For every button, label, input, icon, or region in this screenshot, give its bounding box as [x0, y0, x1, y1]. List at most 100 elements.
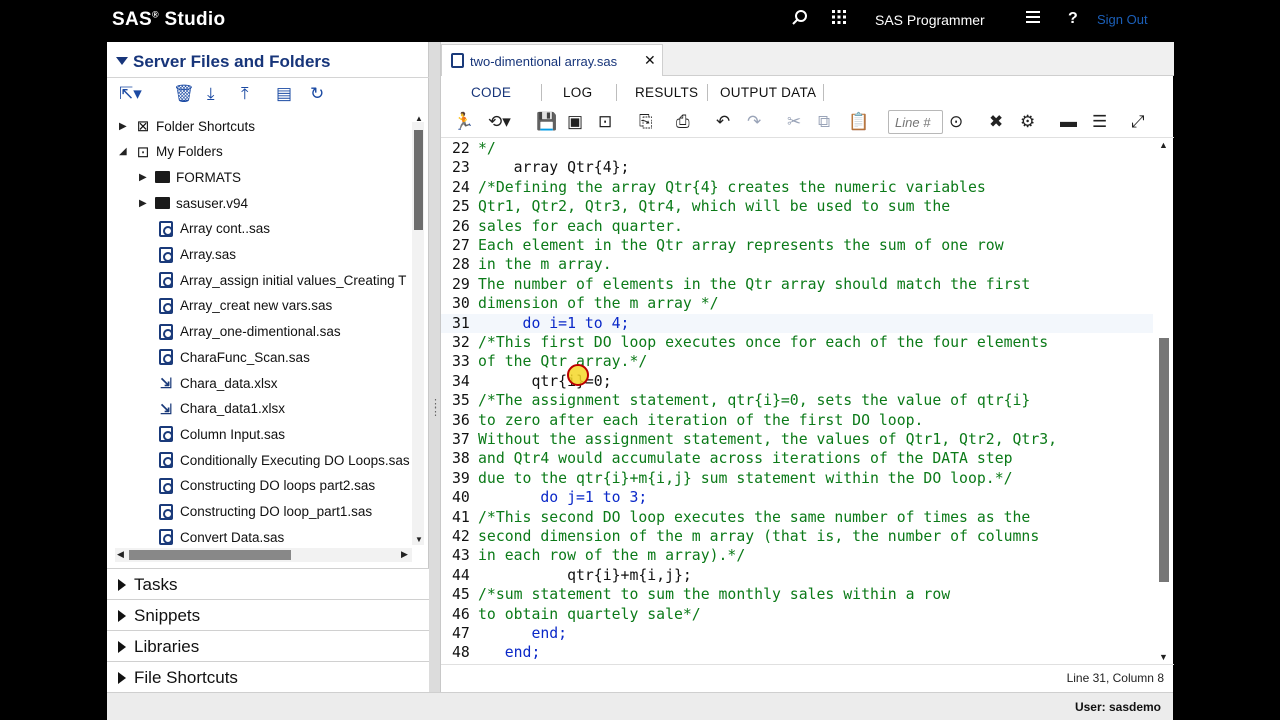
pane-splitter[interactable]: ⋮ ⋮ [430, 399, 441, 430]
tree-horizontal-scrollbar[interactable]: ◀ ▶ [115, 548, 412, 562]
history-icon[interactable]: ⟲▾ [488, 112, 511, 132]
server-files-header[interactable]: Server Files and Folders [107, 42, 429, 78]
tree-item[interactable]: ⇲ Chara_data1.xlsx [159, 397, 285, 421]
bottom-status-bar: User: sasdemo [107, 692, 1173, 720]
save-as-icon[interactable]: ▣ [567, 112, 583, 132]
tree-item-label: sasuser.v94 [176, 195, 249, 211]
redo-icon[interactable]: ↷ [747, 112, 761, 132]
navigation-pane: Server Files and Folders ⇱▾ 🗑 ⤓ ⤒ ▤ ↻ ▶ ⊠… [107, 42, 429, 692]
tree-item[interactable]: CharaFunc_Scan.sas [159, 345, 310, 369]
code-line: 34 qtr{i}=0; [441, 372, 1153, 391]
file-shortcuts-section[interactable]: File Shortcuts [107, 661, 429, 692]
code-line: 26 sales for each quarter. [441, 217, 1153, 236]
tree-item[interactable]: Array_assign initial values_Creating T [159, 268, 406, 292]
sas-program-icon [159, 323, 173, 340]
tree-item[interactable]: ▶ sasuser.v94 [139, 191, 248, 215]
tree-item[interactable]: Array cont..sas [159, 217, 270, 241]
code-line: 42 second dimension of the m array (that … [441, 527, 1153, 546]
snippet-icon[interactable]: ▬ [1060, 112, 1077, 132]
new-item-icon[interactable]: ⇱▾ [119, 84, 142, 104]
expand-arrow-icon[interactable]: ▶ [139, 172, 149, 183]
search-icon[interactable] [791, 9, 809, 32]
code-toolbar: 🏃 ⟲▾ 💾 ▣ ⊡ ⎘ ⎙ ↶ ↷ ✂ ⧉ 📋 ⊙ ✖ ⚙ ▬ ☰ ⤢ [441, 108, 1174, 138]
code-text: qtr{i}+m{i,j}; [478, 566, 692, 584]
print-icon[interactable]: ⎙ [676, 112, 690, 132]
tab-log[interactable]: LOG [563, 85, 592, 100]
undo-icon[interactable]: ↶ [716, 112, 730, 132]
scroll-thumb[interactable] [1159, 338, 1169, 582]
tree-item[interactable]: Constructing DO loop_part1.sas [159, 500, 372, 524]
tree-vertical-scrollbar[interactable]: ▲ ▼ [412, 114, 424, 545]
save-icon[interactable]: 💾 [536, 112, 557, 132]
tree-item-label: Column Input.sas [180, 426, 286, 442]
scroll-down-icon[interactable]: ▼ [1159, 652, 1168, 662]
go-to-line-icon[interactable]: ⊙ [949, 112, 963, 132]
code-text: in each row of the m array).*/ [478, 547, 746, 565]
tree-item[interactable]: ▶ ⊠ Folder Shortcuts [119, 114, 255, 138]
code-text: dimension of the m array */ [478, 295, 719, 313]
tree-item[interactable]: ▶ FORMATS [139, 165, 241, 189]
code-line: 30 dimension of the m array */ [441, 294, 1153, 313]
tree-item[interactable]: Convert Data.sas [159, 525, 284, 545]
tab-code[interactable]: CODE [471, 85, 511, 100]
libraries-section[interactable]: Libraries [107, 630, 429, 661]
copy-icon[interactable]: ⧉ [818, 112, 830, 132]
scroll-thumb[interactable] [414, 130, 423, 230]
line-number: 27 [452, 237, 470, 254]
sign-out-link[interactable]: Sign Out [1097, 12, 1148, 27]
tree-item[interactable]: ⇲ Chara_data.xlsx [159, 371, 277, 395]
line-number: 40 [452, 489, 470, 507]
collapse-icon [116, 57, 128, 65]
section-label: Snippets [134, 606, 201, 625]
help-icon[interactable]: ? [1068, 10, 1078, 28]
code-line: 39 due to the qtr{i}+m{i,j} sum statement… [441, 469, 1153, 488]
upload-icon[interactable]: ⤒ [241, 84, 249, 104]
close-tab-icon[interactable]: ✕ [644, 52, 656, 69]
code-line: 40 do j=1 to 3; [441, 488, 1153, 507]
download-icon[interactable]: ⤓ [207, 84, 215, 104]
perspective-label[interactable]: SAS Programmer [875, 12, 985, 28]
tree-item[interactable]: Constructing DO loops part2.sas [159, 474, 375, 498]
menu-icon[interactable] [1025, 9, 1041, 30]
current-user: User: sasdemo [1074, 700, 1161, 714]
delete-icon[interactable]: 🗑 [173, 84, 195, 104]
tree-item[interactable]: ◢ ⊡ My Folders [119, 140, 223, 164]
expand-arrow-icon[interactable]: ▶ [119, 121, 129, 132]
code-text: Without the assignment statement, the va… [478, 431, 1058, 448]
apps-grid-icon[interactable] [831, 9, 847, 30]
snippets-section[interactable]: Snippets [107, 599, 429, 630]
run-icon[interactable]: 🏃 [453, 112, 474, 132]
cut-icon[interactable]: ✂ [787, 112, 801, 132]
properties-icon[interactable]: ▤ [276, 84, 292, 104]
tree-item[interactable]: Array_one-dimentional.sas [159, 320, 341, 344]
tree-item-label: Conditionally Executing DO Loops.sas [180, 452, 410, 468]
tree-item[interactable]: Array_creat new vars.sas [159, 294, 332, 318]
code-text: due to the qtr{i}+m{i,j} sum statement w… [478, 469, 1013, 487]
code-text: qtr{i}=0; [478, 372, 612, 390]
file-tab[interactable]: two-dimentional array.sas ✕ [441, 44, 663, 76]
tree-item[interactable]: Array.sas [159, 243, 236, 267]
tree-item[interactable]: Conditionally Executing DO Loops.sas [159, 448, 410, 472]
tasks-section[interactable]: Tasks [107, 568, 429, 599]
code-text: in the m array. [478, 256, 612, 274]
export-icon[interactable]: ⎘ [639, 112, 653, 132]
code-vertical-scrollbar[interactable]: ▲ ▼ [1153, 138, 1174, 664]
format-code-icon[interactable]: ⚙ [1020, 112, 1035, 132]
collapse-arrow-icon[interactable]: ◢ [119, 146, 129, 157]
tab-results[interactable]: RESULTS [635, 85, 698, 100]
maximize-icon[interactable]: ⤢ [1131, 112, 1145, 132]
tree-item[interactable]: Column Input.sas [159, 422, 285, 446]
paste-icon[interactable]: 📋 [848, 112, 869, 132]
save-all-icon[interactable]: ⊡ [598, 112, 612, 132]
refresh-icon[interactable]: ↻ [310, 84, 324, 104]
sas-program-icon [159, 477, 173, 494]
code-area[interactable]: 22 */23 array Qtr{4}; 24/*Defining the arr… [441, 138, 1153, 664]
excel-file-icon: ⇲ [160, 400, 172, 417]
expand-arrow-icon[interactable]: ▶ [139, 198, 149, 209]
line-number-input[interactable] [888, 110, 943, 134]
scroll-up-icon[interactable]: ▲ [1159, 140, 1168, 150]
tab-output-data[interactable]: OUTPUT DATA [720, 85, 816, 100]
scroll-thumb[interactable] [129, 550, 291, 560]
options-icon[interactable]: ☰ [1092, 112, 1107, 132]
clear-icon[interactable]: ✖ [989, 112, 1003, 132]
